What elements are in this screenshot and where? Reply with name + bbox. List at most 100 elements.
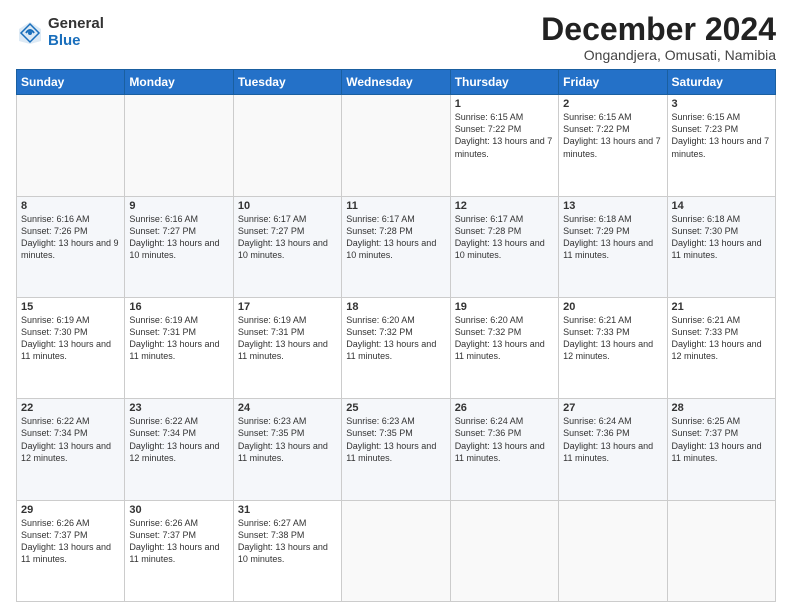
day-info: Sunrise: 6:24 AMSunset: 7:36 PMDaylight:… (455, 415, 554, 464)
table-cell: 11Sunrise: 6:17 AMSunset: 7:28 PMDayligh… (342, 196, 450, 297)
table-cell (559, 500, 667, 601)
day-info: Sunrise: 6:20 AMSunset: 7:32 PMDaylight:… (455, 314, 554, 363)
col-sunday: Sunday (17, 70, 125, 95)
day-info: Sunrise: 6:21 AMSunset: 7:33 PMDaylight:… (672, 314, 771, 363)
day-number: 19 (455, 301, 554, 313)
day-info: Sunrise: 6:22 AMSunset: 7:34 PMDaylight:… (129, 415, 228, 464)
day-number: 23 (129, 402, 228, 414)
table-cell: 26Sunrise: 6:24 AMSunset: 7:36 PMDayligh… (450, 399, 558, 500)
day-number: 25 (346, 402, 445, 414)
day-number: 1 (455, 98, 554, 110)
table-cell: 22Sunrise: 6:22 AMSunset: 7:34 PMDayligh… (17, 399, 125, 500)
table-cell: 19Sunrise: 6:20 AMSunset: 7:32 PMDayligh… (450, 297, 558, 398)
day-info: Sunrise: 6:17 AMSunset: 7:28 PMDaylight:… (455, 213, 554, 262)
day-number: 18 (346, 301, 445, 313)
table-cell (125, 95, 233, 196)
logo: General Blue (16, 16, 104, 49)
day-number: 10 (238, 200, 337, 212)
logo-icon (16, 19, 44, 47)
day-number: 30 (129, 504, 228, 516)
day-number: 11 (346, 200, 445, 212)
day-number: 13 (563, 200, 662, 212)
day-info: Sunrise: 6:22 AMSunset: 7:34 PMDaylight:… (21, 415, 120, 464)
day-info: Sunrise: 6:24 AMSunset: 7:36 PMDaylight:… (563, 415, 662, 464)
logo-blue-label: Blue (48, 33, 104, 50)
day-info: Sunrise: 6:25 AMSunset: 7:37 PMDaylight:… (672, 415, 771, 464)
day-info: Sunrise: 6:15 AMSunset: 7:23 PMDaylight:… (672, 111, 771, 160)
day-info: Sunrise: 6:27 AMSunset: 7:38 PMDaylight:… (238, 517, 337, 566)
table-cell: 8Sunrise: 6:16 AMSunset: 7:26 PMDaylight… (17, 196, 125, 297)
day-number: 29 (21, 504, 120, 516)
day-info: Sunrise: 6:18 AMSunset: 7:29 PMDaylight:… (563, 213, 662, 262)
page: General Blue December 2024 Ongandjera, O… (0, 0, 792, 612)
table-cell: 31Sunrise: 6:27 AMSunset: 7:38 PMDayligh… (233, 500, 341, 601)
col-tuesday: Tuesday (233, 70, 341, 95)
table-cell: 10Sunrise: 6:17 AMSunset: 7:27 PMDayligh… (233, 196, 341, 297)
table-cell: 30Sunrise: 6:26 AMSunset: 7:37 PMDayligh… (125, 500, 233, 601)
logo-text: General Blue (48, 16, 104, 49)
col-wednesday: Wednesday (342, 70, 450, 95)
calendar-week-row: 8Sunrise: 6:16 AMSunset: 7:26 PMDaylight… (17, 196, 776, 297)
table-cell (667, 500, 775, 601)
day-number: 3 (672, 98, 771, 110)
day-number: 31 (238, 504, 337, 516)
table-cell: 13Sunrise: 6:18 AMSunset: 7:29 PMDayligh… (559, 196, 667, 297)
day-number: 20 (563, 301, 662, 313)
day-info: Sunrise: 6:17 AMSunset: 7:27 PMDaylight:… (238, 213, 337, 262)
calendar-week-row: 29Sunrise: 6:26 AMSunset: 7:37 PMDayligh… (17, 500, 776, 601)
day-info: Sunrise: 6:21 AMSunset: 7:33 PMDaylight:… (563, 314, 662, 363)
table-cell: 28Sunrise: 6:25 AMSunset: 7:37 PMDayligh… (667, 399, 775, 500)
day-number: 27 (563, 402, 662, 414)
day-number: 22 (21, 402, 120, 414)
day-info: Sunrise: 6:23 AMSunset: 7:35 PMDaylight:… (238, 415, 337, 464)
day-info: Sunrise: 6:23 AMSunset: 7:35 PMDaylight:… (346, 415, 445, 464)
day-number: 16 (129, 301, 228, 313)
table-cell: 15Sunrise: 6:19 AMSunset: 7:30 PMDayligh… (17, 297, 125, 398)
day-info: Sunrise: 6:15 AMSunset: 7:22 PMDaylight:… (455, 111, 554, 160)
table-cell: 20Sunrise: 6:21 AMSunset: 7:33 PMDayligh… (559, 297, 667, 398)
table-cell: 9Sunrise: 6:16 AMSunset: 7:27 PMDaylight… (125, 196, 233, 297)
table-cell: 29Sunrise: 6:26 AMSunset: 7:37 PMDayligh… (17, 500, 125, 601)
day-info: Sunrise: 6:16 AMSunset: 7:26 PMDaylight:… (21, 213, 120, 262)
table-cell (342, 500, 450, 601)
day-info: Sunrise: 6:26 AMSunset: 7:37 PMDaylight:… (21, 517, 120, 566)
day-number: 24 (238, 402, 337, 414)
table-cell (450, 500, 558, 601)
logo-general-label: General (48, 16, 104, 33)
day-number: 15 (21, 301, 120, 313)
calendar-subtitle: Ongandjera, Omusati, Namibia (541, 47, 776, 63)
table-cell: 18Sunrise: 6:20 AMSunset: 7:32 PMDayligh… (342, 297, 450, 398)
table-cell: 27Sunrise: 6:24 AMSunset: 7:36 PMDayligh… (559, 399, 667, 500)
table-cell (342, 95, 450, 196)
table-cell: 17Sunrise: 6:19 AMSunset: 7:31 PMDayligh… (233, 297, 341, 398)
header: General Blue December 2024 Ongandjera, O… (16, 12, 776, 63)
table-cell: 2Sunrise: 6:15 AMSunset: 7:22 PMDaylight… (559, 95, 667, 196)
day-number: 17 (238, 301, 337, 313)
table-cell: 16Sunrise: 6:19 AMSunset: 7:31 PMDayligh… (125, 297, 233, 398)
calendar-week-row: 22Sunrise: 6:22 AMSunset: 7:34 PMDayligh… (17, 399, 776, 500)
table-cell: 12Sunrise: 6:17 AMSunset: 7:28 PMDayligh… (450, 196, 558, 297)
day-info: Sunrise: 6:20 AMSunset: 7:32 PMDaylight:… (346, 314, 445, 363)
day-number: 8 (21, 200, 120, 212)
table-cell: 14Sunrise: 6:18 AMSunset: 7:30 PMDayligh… (667, 196, 775, 297)
day-info: Sunrise: 6:15 AMSunset: 7:22 PMDaylight:… (563, 111, 662, 160)
col-thursday: Thursday (450, 70, 558, 95)
table-cell: 23Sunrise: 6:22 AMSunset: 7:34 PMDayligh… (125, 399, 233, 500)
table-cell: 3Sunrise: 6:15 AMSunset: 7:23 PMDaylight… (667, 95, 775, 196)
col-saturday: Saturday (667, 70, 775, 95)
day-number: 26 (455, 402, 554, 414)
day-info: Sunrise: 6:26 AMSunset: 7:37 PMDaylight:… (129, 517, 228, 566)
day-info: Sunrise: 6:19 AMSunset: 7:31 PMDaylight:… (238, 314, 337, 363)
day-number: 12 (455, 200, 554, 212)
calendar-week-row: 1Sunrise: 6:15 AMSunset: 7:22 PMDaylight… (17, 95, 776, 196)
title-block: December 2024 Ongandjera, Omusati, Namib… (541, 12, 776, 63)
day-number: 9 (129, 200, 228, 212)
table-cell: 25Sunrise: 6:23 AMSunset: 7:35 PMDayligh… (342, 399, 450, 500)
calendar-title: December 2024 (541, 12, 776, 47)
table-cell (17, 95, 125, 196)
day-info: Sunrise: 6:19 AMSunset: 7:31 PMDaylight:… (129, 314, 228, 363)
day-number: 2 (563, 98, 662, 110)
day-number: 14 (672, 200, 771, 212)
day-info: Sunrise: 6:19 AMSunset: 7:30 PMDaylight:… (21, 314, 120, 363)
day-info: Sunrise: 6:16 AMSunset: 7:27 PMDaylight:… (129, 213, 228, 262)
